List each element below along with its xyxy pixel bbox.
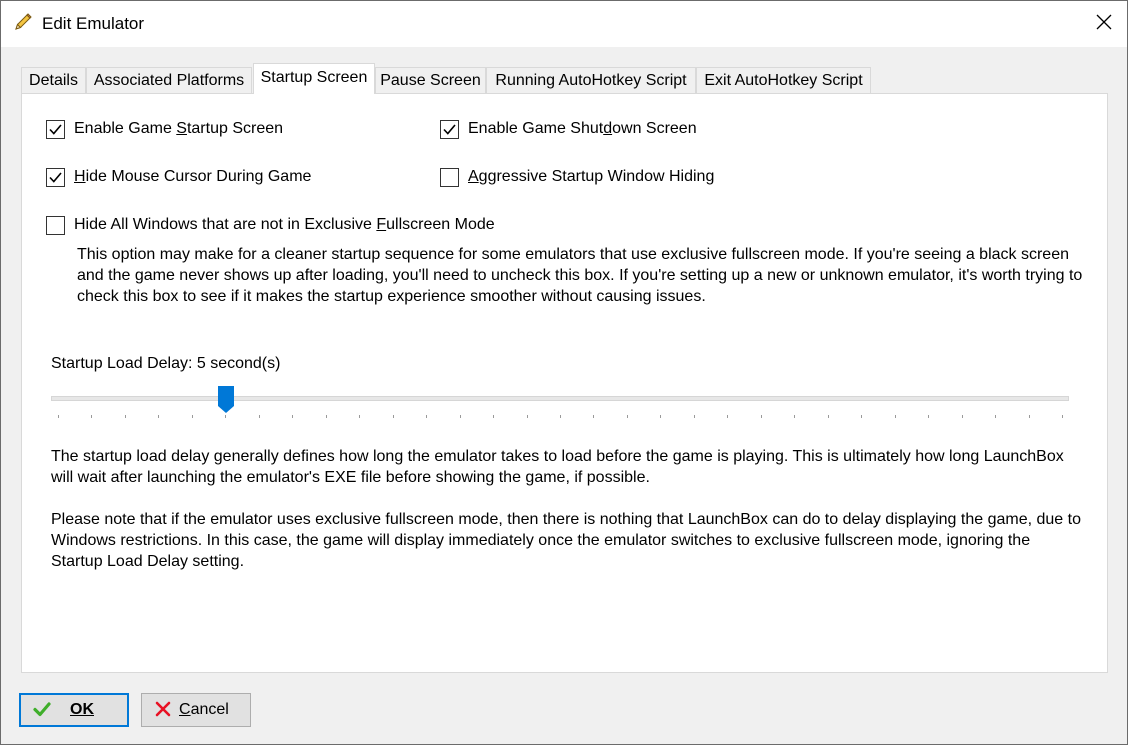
slider-tick <box>560 415 561 418</box>
slider-tick <box>827 415 829 418</box>
slider-tick <box>158 415 160 418</box>
slider-tick <box>359 415 361 418</box>
checkbox-label: Enable Game Startup Screen <box>74 120 284 137</box>
delay-description-2: Please note that if the emulator uses ex… <box>51 511 1081 570</box>
slider-tick <box>191 415 193 418</box>
slider-tick <box>626 415 628 418</box>
slider-tick <box>861 415 863 418</box>
enable-startup-screen-checkbox[interactable]: Enable Game Startup Screen <box>46 118 283 140</box>
hide-mouse-cursor-checkbox[interactable]: Hide Mouse Cursor During Game <box>46 166 311 188</box>
startup-load-delay-label: Startup Load Delay: 5 second(s) <box>51 355 281 372</box>
slider-tick <box>1028 415 1030 418</box>
slider-tick <box>894 415 896 418</box>
slider-tick <box>693 415 695 418</box>
slider-tick <box>1062 415 1063 418</box>
checkbox-label: Enable Game Shutdown Screen <box>468 120 697 137</box>
pencil-icon <box>13 12 33 32</box>
tab-startup-screen[interactable]: Startup Screen <box>253 63 375 94</box>
slider-tick <box>928 415 930 418</box>
delay-description-1: The startup load delay generally defines… <box>51 448 1064 486</box>
checkmark-icon <box>443 123 456 135</box>
slider-tick <box>995 415 997 418</box>
x-icon <box>155 701 173 719</box>
hide-all-windows-checkbox[interactable]: Hide All Windows that are not in Exclusi… <box>46 214 495 236</box>
slider-tick <box>593 415 595 418</box>
tab-exit-autohotkey-script[interactable]: Exit AutoHotkey Script <box>696 67 871 94</box>
slider-tick <box>459 415 461 418</box>
slider-tick <box>961 415 963 418</box>
checkbox-label: Aggressive Startup Window Hiding <box>468 168 715 185</box>
checkmark-icon <box>49 123 62 135</box>
tab-associated-platforms[interactable]: Associated Platforms <box>86 67 252 94</box>
checkbox-label: Hide Mouse Cursor During Game <box>74 168 312 185</box>
tab-running-autohotkey-script[interactable]: Running AutoHotkey Script <box>486 67 696 94</box>
slider-tick <box>660 415 662 418</box>
checkbox-label: Hide All Windows that are not in Exclusi… <box>74 216 495 233</box>
slider-tick <box>526 415 528 418</box>
slider-tick <box>426 415 428 418</box>
checkmark-icon <box>33 700 51 718</box>
slider-tick <box>225 415 227 418</box>
slider-ticks <box>58 415 1063 421</box>
ok-button[interactable]: OK <box>19 693 129 727</box>
tab-details[interactable]: Details <box>21 67 86 94</box>
slider-tick <box>91 415 93 418</box>
slider-tick <box>58 415 59 418</box>
checkbox-box[interactable] <box>46 167 65 187</box>
cancel-button[interactable]: Cancel <box>141 693 251 727</box>
checkbox-box[interactable] <box>46 215 65 235</box>
close-button[interactable] <box>1081 1 1127 47</box>
cancel-label: Cancel <box>179 701 229 718</box>
checkbox-box[interactable] <box>46 119 65 139</box>
slider-tick <box>392 415 394 418</box>
slider-tick <box>292 415 294 418</box>
slider-tick <box>727 415 729 418</box>
edit-emulator-dialog: Edit Emulator Details Associated Platfor… <box>0 0 1128 745</box>
startup-load-delay-slider-thumb[interactable] <box>218 386 234 414</box>
slider-tick <box>760 415 762 418</box>
title-bar: Edit Emulator <box>1 1 1127 47</box>
close-icon <box>1096 14 1112 35</box>
window-title: Edit Emulator <box>42 14 145 33</box>
startup-load-delay-slider-track[interactable] <box>51 396 1069 401</box>
hide-windows-description: This option may make for a cleaner start… <box>77 246 1083 305</box>
startup-screen-panel: Enable Game Startup Screen Enable Game S… <box>21 93 1108 673</box>
aggressive-window-hiding-checkbox[interactable]: Aggressive Startup Window Hiding <box>440 166 714 188</box>
slider-tick <box>124 415 126 418</box>
slider-tick <box>794 415 796 418</box>
slider-tick <box>493 415 495 418</box>
checkbox-box[interactable] <box>440 119 459 139</box>
enable-shutdown-screen-checkbox[interactable]: Enable Game Shutdown Screen <box>440 118 697 140</box>
slider-tick <box>258 415 260 418</box>
checkmark-icon <box>49 171 62 183</box>
ok-label: OK <box>70 701 94 718</box>
slider-tick <box>325 415 327 418</box>
checkbox-box[interactable] <box>440 167 459 187</box>
tab-pause-screen[interactable]: Pause Screen <box>375 67 486 94</box>
